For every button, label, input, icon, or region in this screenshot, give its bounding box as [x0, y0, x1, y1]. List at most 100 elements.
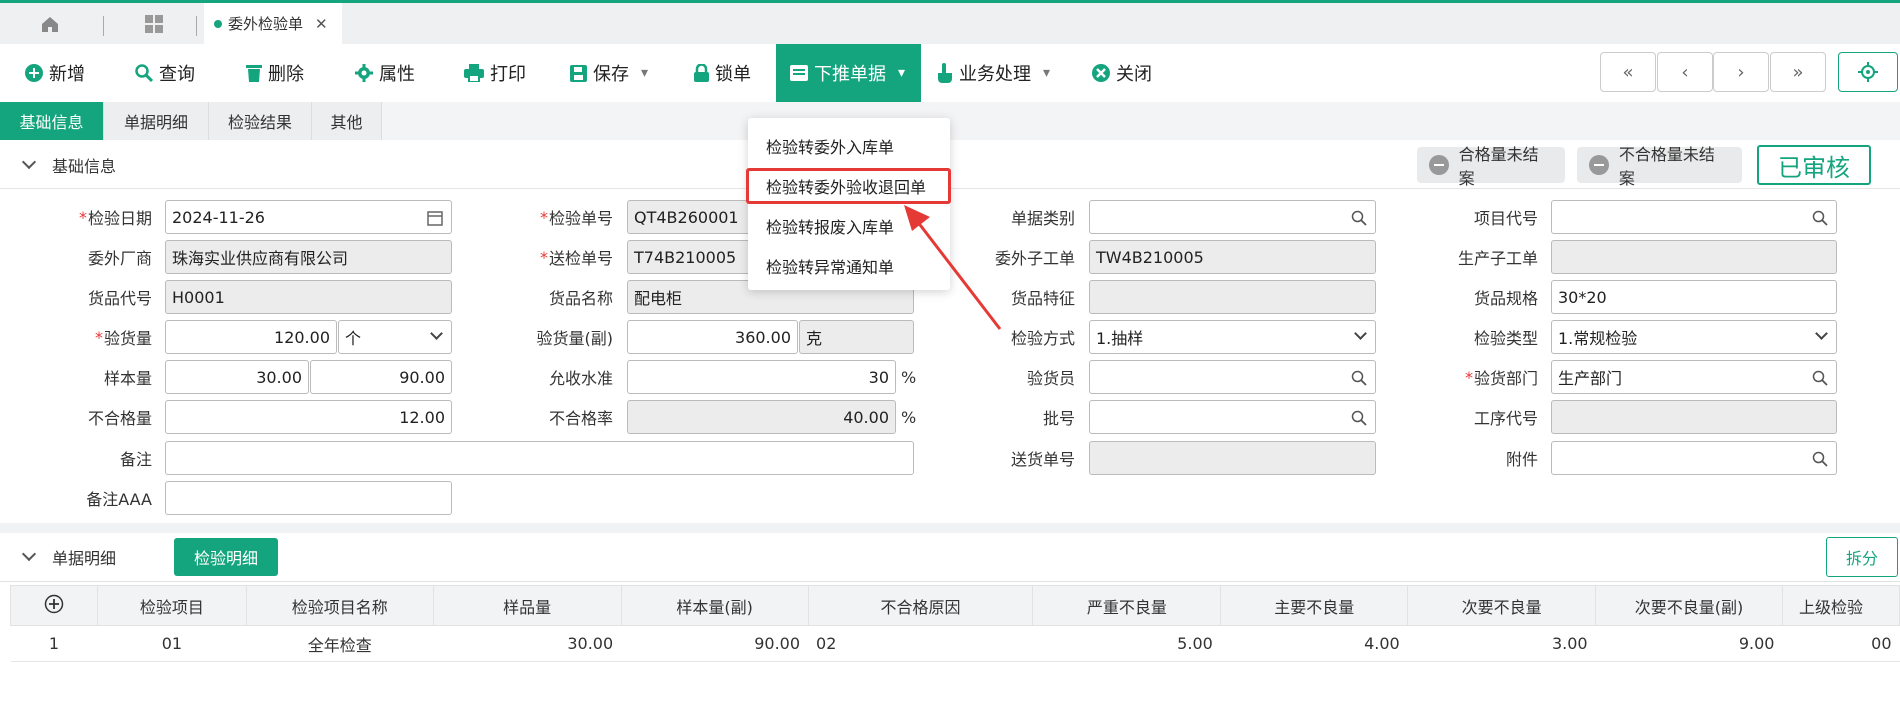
search-icon[interactable]: [1812, 210, 1828, 226]
prev-record-button[interactable]: ‹: [1657, 52, 1713, 92]
delete-button[interactable]: 删除: [246, 44, 304, 102]
prod-sub-order-field[interactable]: [1551, 240, 1837, 274]
project-field[interactable]: [1551, 200, 1837, 234]
attachment-field[interactable]: [1551, 441, 1837, 475]
tab-other[interactable]: 其他: [312, 102, 382, 140]
divider: [196, 16, 197, 36]
column-header[interactable]: 严重不良量: [1032, 585, 1222, 626]
item-code-label: 货品代号: [87, 289, 152, 308]
qty2-field[interactable]: 360.00: [627, 320, 798, 354]
column-header[interactable]: 上级检验: [1781, 585, 1900, 626]
home-icon[interactable]: [22, 3, 78, 44]
annotation-arrow: [904, 205, 1002, 330]
settings-button[interactable]: [1838, 52, 1898, 92]
column-header[interactable]: 样品量: [432, 585, 622, 626]
column-header[interactable]: 样本量(副): [620, 585, 809, 626]
remark-field[interactable]: [165, 441, 914, 475]
table-cell[interactable]: 30.00: [433, 625, 622, 662]
remark-aaa-field[interactable]: [165, 481, 452, 515]
attachment-label: 附件: [1505, 450, 1538, 469]
method-select[interactable]: 1.抽样: [1089, 320, 1376, 354]
search-icon[interactable]: [1351, 370, 1367, 386]
table-row[interactable]: 1 01 全年检查 30.00 90.00 02 5.00 4.00 3.00 …: [10, 625, 1900, 662]
save-button[interactable]: 保存 ▾: [570, 44, 648, 102]
menu-item-to-outsource-stock-in[interactable]: 检验转委外入库单: [766, 134, 894, 158]
item-feature-field[interactable]: [1089, 280, 1376, 314]
calendar-icon[interactable]: [427, 210, 443, 226]
query-button[interactable]: 查询: [135, 44, 195, 102]
table-cell[interactable]: 90.00: [621, 625, 809, 662]
grid-icon[interactable]: [126, 3, 182, 44]
column-header[interactable]: 次要不良量: [1407, 585, 1597, 626]
process-code-field[interactable]: [1551, 400, 1837, 434]
search-icon[interactable]: [1351, 210, 1367, 226]
qty2-unit-field[interactable]: 克: [799, 320, 914, 354]
last-record-button[interactable]: »: [1770, 52, 1826, 92]
next-record-button[interactable]: ›: [1713, 52, 1769, 92]
qty-field[interactable]: 120.00: [165, 320, 337, 354]
inspect-date-field[interactable]: 2024-11-26: [165, 200, 452, 234]
accept-level-field[interactable]: 30: [627, 360, 896, 394]
table-cell[interactable]: 00: [1782, 625, 1900, 662]
business-button[interactable]: 业务处理 ▾: [937, 44, 1050, 102]
qty-unit-select[interactable]: 个: [338, 320, 452, 354]
tab-inspect-detail[interactable]: 检验明细: [174, 538, 278, 576]
table-cell[interactable]: 5.00: [1032, 625, 1221, 662]
column-header[interactable]: 检验项目: [96, 585, 247, 626]
first-record-button[interactable]: «: [1600, 52, 1656, 92]
row-index: 1: [10, 625, 98, 662]
gear-icon: [1858, 62, 1878, 82]
column-header[interactable]: 主要不良量: [1220, 585, 1409, 626]
tab-basic-info[interactable]: 基础信息: [0, 102, 104, 140]
tab-doc-detail[interactable]: 单据明细: [104, 102, 209, 140]
dept-field[interactable]: 生产部门: [1551, 360, 1837, 394]
attribute-button[interactable]: 属性: [355, 44, 415, 102]
hand-pointer-icon: [938, 63, 952, 83]
search-icon[interactable]: [1812, 451, 1828, 467]
close-button[interactable]: 关闭: [1092, 44, 1152, 102]
menu-item-to-scrap-stock-in[interactable]: 检验转报废入库单: [766, 214, 894, 238]
table-cell[interactable]: 01: [97, 625, 247, 662]
table-cell[interactable]: 02: [808, 625, 1033, 662]
new-button[interactable]: 新增: [25, 44, 85, 102]
item-code-field[interactable]: H0001: [165, 280, 452, 314]
sub-order-field[interactable]: TW4B210005: [1089, 240, 1376, 274]
item-spec-label: 货品规格: [1473, 289, 1538, 308]
push-down-button[interactable]: 下推单据 ▾: [776, 44, 921, 102]
table-cell[interactable]: 9.00: [1595, 625, 1783, 662]
tab-inspect-result[interactable]: 检验结果: [209, 102, 312, 140]
delivery-no-label: 送货单号: [1010, 450, 1075, 469]
batch-field[interactable]: [1089, 400, 1376, 434]
search-icon[interactable]: [1351, 410, 1367, 426]
tab-document[interactable]: 委外检验单 ✕: [204, 3, 342, 44]
search-icon[interactable]: [1812, 370, 1828, 386]
add-row-icon[interactable]: [10, 585, 98, 626]
unqualified-status-badge: 不合格量未结案: [1577, 145, 1742, 188]
vendor-field[interactable]: 珠海实业供应商有限公司: [165, 240, 452, 274]
table-cell[interactable]: 全年检查: [246, 625, 434, 662]
delivery-no-field[interactable]: [1089, 441, 1376, 475]
column-header[interactable]: 不合格原因: [807, 585, 1034, 626]
ng-qty-field[interactable]: 12.00: [165, 400, 452, 434]
document-icon: [790, 65, 808, 81]
print-button[interactable]: 打印: [464, 44, 526, 102]
chevron-down-icon: ▾: [641, 65, 649, 81]
inspect-type-select[interactable]: 1.常规检验: [1551, 320, 1837, 354]
inspector-field[interactable]: [1089, 360, 1376, 394]
column-header[interactable]: 次要不良量(副): [1595, 585, 1783, 626]
menu-item-to-exception-notice[interactable]: 检验转异常通知单: [766, 254, 894, 278]
ng-rate-field[interactable]: 40.00: [627, 400, 896, 434]
item-spec-field[interactable]: 30*20: [1551, 280, 1837, 314]
detail-section-header[interactable]: 单据明细: [0, 533, 160, 581]
close-circle-icon: [1092, 64, 1110, 82]
qualified-status-badge: 合格量未结案: [1417, 145, 1565, 188]
doc-type-field[interactable]: [1089, 200, 1376, 234]
column-header[interactable]: 检验项目名称: [245, 585, 434, 626]
table-cell[interactable]: 3.00: [1407, 625, 1596, 662]
split-button[interactable]: 拆分: [1826, 537, 1898, 577]
sample2-field[interactable]: 90.00: [310, 360, 452, 394]
sample-field[interactable]: 30.00: [165, 360, 309, 394]
close-tab-icon[interactable]: ✕: [315, 15, 328, 33]
table-cell[interactable]: 4.00: [1220, 625, 1408, 662]
lock-button[interactable]: 锁单: [694, 44, 751, 102]
